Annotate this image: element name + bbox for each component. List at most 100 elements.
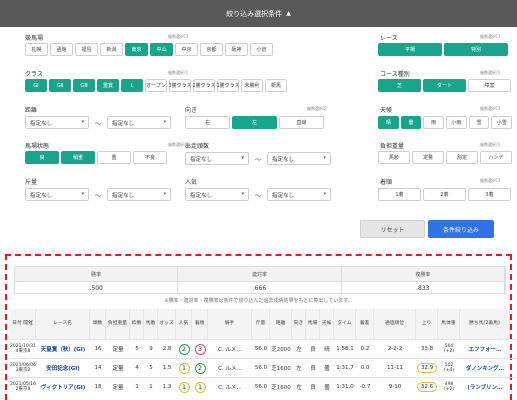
weight_rule-option-2[interactable]: 別定 (446, 151, 478, 164)
runners-from-select[interactable]: 指定なし ▾ (185, 152, 249, 165)
racecourse-option-2[interactable]: 福島 (75, 43, 98, 56)
popularity-badge: 1 (178, 362, 190, 374)
col-header-winner[interactable]: 勝ち馬(2着馬) (460, 309, 510, 339)
col-header-body-weight[interactable]: 馬体重 (438, 309, 460, 339)
racecourse-option-6[interactable]: 中京 (175, 43, 198, 56)
racecourse-option-5[interactable]: 中山 (150, 43, 173, 56)
cell-winner[interactable]: エフフォー… (460, 340, 510, 358)
col-header-last-3f[interactable]: 上り (416, 309, 438, 339)
popularity-to-select[interactable]: 指定なし ▾ (267, 188, 331, 201)
col-header-margin[interactable]: 着差 (356, 309, 374, 339)
class-option-7[interactable]: 2勝クラス (192, 79, 216, 92)
gate-from-select[interactable]: 指定なし ▾ (25, 188, 89, 201)
cell-distance: 芝1600 (271, 385, 291, 391)
weather-option-0[interactable]: 晴 (378, 116, 399, 129)
weight_rule-options: 馬齢 定量 別定 ハンデ (378, 151, 512, 164)
course-option-0[interactable]: 芝 (378, 79, 421, 92)
cell-jockey[interactable]: C. ルメ… (208, 359, 252, 377)
col-header-weight-rule[interactable]: 負担重量 (106, 309, 130, 339)
weather-option-5[interactable]: 小雪 (491, 116, 513, 129)
racecourse-option-8[interactable]: 阪神 (225, 43, 248, 56)
weight_rule-option-0[interactable]: 馬齢 (378, 151, 410, 164)
class-option-9[interactable]: 未勝利 (241, 79, 263, 92)
col-header-horse-no[interactable]: 馬番 (144, 309, 158, 339)
weight_rule-option-3[interactable]: ハンデ (480, 151, 512, 164)
gate-range-separator: 〜 (95, 193, 102, 200)
racecourse-multi-note: 複数選択可 (168, 34, 188, 39)
track-option-2[interactable]: 重 (97, 151, 131, 164)
weather-option-1[interactable]: 曇 (400, 116, 422, 129)
distance-to-value: 指定なし (112, 120, 135, 127)
cell-jockey[interactable]: C. ルメ… (208, 378, 252, 396)
weather-option-3[interactable]: 小雨 (446, 116, 467, 129)
distance-to-select[interactable]: 指定なし ▾ (107, 116, 171, 129)
class-option-2[interactable]: GⅢ (73, 79, 95, 92)
course-option-1[interactable]: ダート (423, 79, 466, 92)
popularity-from-select[interactable]: 指定なし ▾ (185, 188, 249, 201)
racecourse-option-9[interactable]: 小倉 (250, 43, 273, 56)
frame-option-2[interactable]: 3着 (468, 188, 511, 201)
racecourse-option-0[interactable]: 札幌 (25, 43, 48, 56)
weather-option-2[interactable]: 雨 (423, 116, 445, 129)
course-option-2[interactable]: 障害 (468, 79, 511, 92)
cell-race-name[interactable]: ヴィクトリア(GⅠ) (36, 378, 90, 396)
race-option-1[interactable]: 特別 (444, 43, 508, 56)
track-option-3[interactable]: 不良 (133, 151, 167, 164)
apply-filter-button[interactable]: 条件絞り込み (428, 220, 494, 238)
cell-race-name[interactable]: 安田記念(GⅠ) (36, 359, 90, 377)
direction-option-1[interactable]: 左 (232, 116, 277, 129)
popularity-range-separator: 〜 (255, 193, 262, 200)
track-label: 馬場状態 (25, 143, 50, 150)
weight_rule-option-1[interactable]: 定量 (412, 151, 444, 164)
col-header-date[interactable]: 日付 開催 (10, 309, 36, 339)
col-header-distance[interactable]: 距離 (270, 309, 292, 339)
frame-option-0[interactable]: 1着 (378, 188, 421, 201)
distance-from-select[interactable]: 指定なし ▾ (25, 116, 89, 129)
class-option-6[interactable]: 3勝クラス (168, 79, 192, 92)
filter-header-toggle[interactable]: 絞り込み選択条件 ▲ (0, 0, 517, 27)
col-header-time[interactable]: タイム (334, 309, 356, 339)
cell-winner[interactable]: ダノンキング… (460, 359, 510, 377)
gate-to-select[interactable]: 指定なし ▾ (107, 188, 171, 201)
cell-winner[interactable]: (ランブリン… (460, 378, 510, 396)
track-option-0[interactable]: 良 (25, 151, 59, 164)
racecourse-option-3[interactable]: 新潟 (100, 43, 123, 56)
class-option-1[interactable]: GⅡ (49, 79, 71, 92)
racecourse-option-4[interactable]: 東京 (125, 43, 148, 56)
col-header-weather[interactable]: 天候 (320, 309, 334, 339)
direction-option-0[interactable]: 右 (185, 116, 230, 129)
col-header-weight[interactable]: 斤量 (252, 309, 270, 339)
class-option-5[interactable]: オープン (145, 79, 167, 92)
col-header-jockey[interactable]: 騎手 (208, 309, 252, 339)
cell-horse-no: 1 (149, 384, 153, 390)
col-header-direction[interactable]: 向き (292, 309, 306, 339)
runners-to-select[interactable]: 指定なし ▾ (267, 152, 331, 165)
class-option-8[interactable]: 1勝クラス (216, 79, 240, 92)
cell-direction: 左 (296, 385, 302, 391)
gate-label: 斤量 (25, 179, 38, 186)
track-option-1[interactable]: 稍重 (61, 151, 95, 164)
racecourse-option-7[interactable]: 京都 (200, 43, 223, 56)
class-option-4[interactable]: L (121, 79, 143, 92)
class-option-3[interactable]: 重賞 (97, 79, 119, 92)
weather-option-4[interactable]: 雪 (468, 116, 490, 129)
race-option-0[interactable]: 平場 (378, 43, 442, 56)
chevron-up-icon: ▲ (286, 10, 291, 17)
class-option-10[interactable]: 新馬 (265, 79, 287, 92)
direction-option-2[interactable]: 直線 (279, 116, 324, 129)
col-header-runners[interactable]: 頭数 (90, 309, 106, 339)
col-header-passing[interactable]: 通過順位 (374, 309, 416, 339)
col-header-track[interactable]: 馬場 (306, 309, 320, 339)
racecourse-option-1[interactable]: 函館 (50, 43, 73, 56)
cell-race-name[interactable]: 天皇賞（秋）(GⅠ) (36, 340, 90, 358)
col-header-rank[interactable]: 着順 (192, 309, 208, 339)
reset-button[interactable]: リセット (360, 220, 425, 238)
col-header-race-name[interactable]: レース名 (36, 309, 90, 339)
col-header-odds[interactable]: オッズ (158, 309, 176, 339)
cell-body-weight: 498 (+2) (438, 378, 460, 396)
col-header-popularity[interactable]: 人気 (176, 309, 192, 339)
col-header-frame[interactable]: 枠番 (130, 309, 144, 339)
class-option-0[interactable]: GⅠ (25, 79, 47, 92)
cell-jockey[interactable]: C. ルメ… (208, 340, 252, 358)
frame-option-1[interactable]: 2着 (423, 188, 466, 201)
